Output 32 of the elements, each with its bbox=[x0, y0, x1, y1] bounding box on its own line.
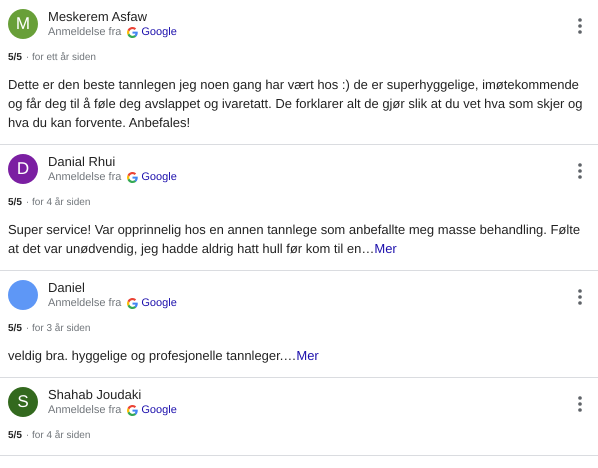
rating: 5/5 bbox=[8, 196, 22, 210]
source-name: Google bbox=[141, 25, 177, 40]
google-logo-icon bbox=[127, 27, 138, 38]
review-time: · for ett år siden bbox=[26, 51, 96, 65]
rating: 5/5 bbox=[8, 429, 22, 443]
source-name: Google bbox=[141, 403, 177, 418]
reviewer-name: Meskerem Asfaw bbox=[48, 8, 148, 25]
source-name: Google bbox=[141, 296, 177, 311]
google-logo-icon bbox=[127, 298, 138, 309]
rating: 5/5 bbox=[8, 322, 22, 336]
reviewer-name: Shahab Joudaki bbox=[48, 386, 142, 403]
google-logo-icon bbox=[127, 405, 138, 416]
review-text: Dette er den beste tannlegen jeg noen gang har vært hos :) de er superhyggelige, imøtekommende og får deg til å føle deg avslappet og ivaretatt. De forklarer alt de gjør slik at du vet hva som skjer og hva du kan forvente. Anbefales! bbox=[8, 76, 584, 132]
reviewer-name: Danial Rhui bbox=[48, 153, 116, 170]
source-label: Anmeldelse fra bbox=[48, 296, 122, 311]
source-name: Google bbox=[141, 170, 177, 185]
avatar: M bbox=[8, 9, 38, 39]
source-label: Anmeldelse fra bbox=[48, 170, 122, 185]
more-link[interactable]: Mer bbox=[374, 241, 397, 256]
source-label: Anmeldelse fra bbox=[48, 25, 122, 40]
review-text: veldig bra. hyggelige og profesjonelle tannleger.…Mer bbox=[8, 347, 320, 365]
review-time: · for 4 år siden bbox=[26, 196, 90, 210]
avatar: S bbox=[8, 387, 38, 417]
avatar: D bbox=[8, 154, 38, 184]
review-time: · for 3 år siden bbox=[26, 322, 90, 336]
rating: 5/5 bbox=[8, 51, 22, 65]
more-link[interactable]: Mer bbox=[296, 348, 319, 363]
review-time: · for 4 år siden bbox=[26, 429, 90, 443]
reviewer-name: Daniel bbox=[48, 279, 86, 296]
source-label: Anmeldelse fra bbox=[48, 403, 122, 418]
review-text: Super service! Var opprinnelig hos en annen tannlege som anbefallte meg masse behandling. Følte at det var unødvendig, jeg hadde aldrig hatt hull før kom til en…Mer bbox=[8, 221, 582, 258]
google-logo-icon bbox=[127, 172, 138, 183]
